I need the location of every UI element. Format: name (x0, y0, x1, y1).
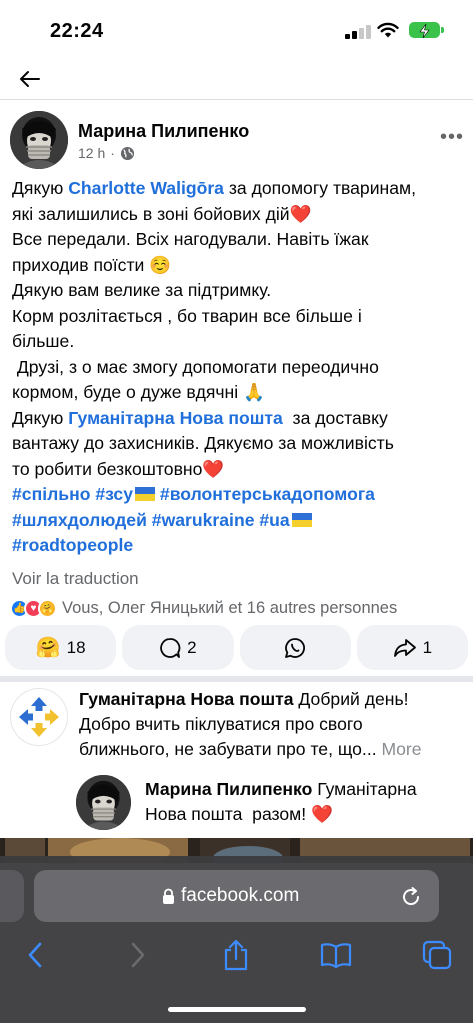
hashtag-link[interactable]: #шляхдолюдей (12, 510, 147, 530)
body-line: які залишились в зоні бойових дій❤️ (12, 203, 312, 224)
heart-emoji-icon: ❤️ (311, 804, 333, 824)
address-bar[interactable]: facebook.com (34, 870, 439, 922)
comment-icon (160, 637, 181, 658)
post-actions: 🤗 18 2 1 (5, 625, 468, 670)
body-line: більше. (12, 331, 75, 351)
hashtag-link[interactable]: #ua (259, 510, 289, 530)
heart-emoji-icon: ❤️ (289, 203, 312, 224)
comment-text: Гуманітарна (312, 779, 417, 799)
body-line: Все передали. Всіх нагодували. Навіть їж… (12, 229, 369, 249)
back-arrow-icon[interactable] (18, 68, 42, 90)
hashtag-line: #roadtopeople (12, 533, 467, 559)
mention-link[interactable]: Гуманітарна Нова пошта (68, 408, 283, 428)
share-button[interactable]: 1 (356, 625, 468, 670)
hashtag-line: #шляхдолюдей #warukraine #ua (12, 508, 467, 534)
battery-icon (409, 22, 440, 39)
comment-text: Нова пошта разом! (145, 804, 307, 824)
body-line: приходив поїсти ☺️ (12, 254, 172, 275)
body-line: вантажу до захисників. Дякуємо за можлив… (12, 433, 394, 453)
reactions-text: Vous, Олег Яницький et 16 autres personn… (62, 598, 398, 617)
browser-forward-icon[interactable] (121, 938, 155, 972)
globe-icon (120, 146, 134, 160)
hashtag-link[interactable]: #зсу (95, 484, 133, 504)
see-more-link[interactable]: More (377, 739, 421, 759)
care-icon: 🤗 (38, 598, 57, 618)
comment-button[interactable]: 2 (122, 625, 234, 670)
comment-bubble: Марина Пилипенко Гуманітарна Нова пошта … (145, 777, 465, 827)
comment-author[interactable]: Марина Пилипенко (145, 779, 312, 799)
comments-count: 2 (187, 637, 197, 657)
comment-text: ближнього, не забувати про те, що... (79, 739, 377, 759)
body-line: то робити безкоштовно❤️ (12, 458, 225, 479)
comment-author[interactable]: Гуманітарна Нова пошта (79, 689, 294, 709)
commenter-avatar[interactable] (10, 688, 68, 746)
comment-text: Добро вчить піклуватися про свого (79, 714, 363, 734)
lock-icon (163, 888, 174, 904)
post-meta: 12 h · (78, 145, 135, 161)
mention-link[interactable]: Charlotte Waligōra (68, 178, 224, 198)
browser-toolbar (0, 938, 473, 978)
body-line: Дякую Charlotte Waligōra за допомогу тва… (12, 178, 417, 198)
previous-tab-preview[interactable] (0, 870, 24, 922)
hashtag-link[interactable]: #warukraine (152, 510, 255, 530)
reload-icon[interactable] (400, 886, 422, 908)
comment-text: Добрий день! (293, 689, 409, 709)
author-avatar[interactable] (10, 111, 68, 169)
top-nav (0, 60, 473, 100)
body-line: Дякую Гуманітарна Нова пошта за доставку (12, 407, 388, 428)
home-indicator[interactable] (168, 1007, 306, 1012)
ukraine-flag-icon (135, 487, 156, 501)
bookmarks-icon[interactable] (319, 938, 353, 972)
comment-bubble: Гуманітарна Нова пошта Добрий день! Добр… (79, 687, 469, 762)
status-bar: 22:24 (0, 0, 473, 60)
browser-bar: facebook.com (0, 856, 473, 1023)
hashtag-link[interactable]: #спільно (12, 484, 90, 504)
author-name[interactable]: Марина Пилипенко (78, 121, 249, 142)
browser-back-icon[interactable] (18, 938, 52, 972)
shares-count: 1 (422, 637, 433, 657)
whatsapp-button[interactable] (239, 625, 351, 670)
more-icon[interactable]: ••• (440, 126, 464, 149)
section-divider (0, 676, 473, 682)
body-line: кормом, буде о дуже вдячні 🙏 (12, 382, 265, 402)
wifi-icon (377, 22, 399, 38)
share-sheet-icon[interactable] (219, 938, 253, 972)
care-icon: 🤗 (35, 637, 61, 659)
hashtag-link[interactable]: #roadtopeople (12, 535, 133, 555)
react-button[interactable]: 🤗 18 (5, 625, 117, 670)
body-line: Друзі, з о має змогу допомогати переодич… (12, 356, 379, 377)
status-time: 22:24 (50, 20, 104, 42)
heart-emoji-icon: ❤️ (202, 458, 225, 479)
pray-emoji-icon: 🙏 (243, 382, 265, 402)
share-icon (393, 638, 416, 657)
post-body: Дякую Charlotte Waligōra за допомогу тва… (12, 176, 467, 559)
body-line: Корм розлітається , бо тварин все більше… (12, 305, 362, 326)
whatsapp-icon (285, 637, 306, 658)
post-header: Марина Пилипенко 12 h · ••• (0, 108, 473, 172)
post-time[interactable]: 12 h (78, 145, 105, 161)
reactions-count: 18 (66, 637, 86, 657)
commenter-avatar[interactable] (76, 775, 131, 830)
body-line: Дякую вам велике за підтримку. (12, 280, 272, 300)
hashtag-line: #спільно #зсу #волонтерськадопомога (12, 482, 467, 508)
smile-emoji-icon: ☺️ (149, 254, 172, 275)
reactions-summary[interactable]: 👍 ♥ 🤗 Vous, Олег Яницький et 16 autres p… (10, 596, 470, 620)
see-translation-link[interactable]: Voir la traduction (12, 569, 139, 589)
reaction-icons: 👍 ♥ 🤗 (10, 598, 57, 618)
ukraine-flag-icon (291, 512, 312, 527)
hashtag-link[interactable]: #волонтерськадопомога (160, 484, 375, 504)
meta-separator: · (110, 145, 115, 161)
tabs-icon[interactable] (420, 938, 454, 972)
battery-tip (441, 27, 444, 33)
url-text: facebook.com (181, 885, 300, 906)
signal-icon (345, 24, 371, 39)
